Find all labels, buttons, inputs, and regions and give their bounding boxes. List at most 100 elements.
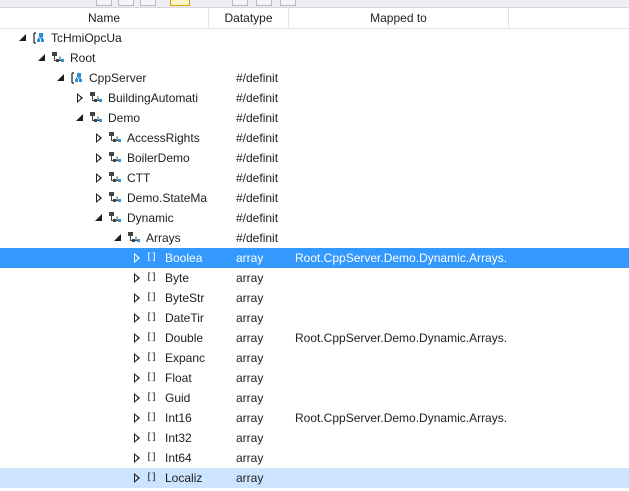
expand-arrow-icon[interactable] (132, 328, 142, 348)
tree-item-name: Demo.StateMa (127, 191, 208, 205)
array-icon: [] (146, 252, 157, 263)
tree-row[interactable]: [] Double array Root.CppServer.Demo.Dynamic… (0, 328, 629, 348)
tree-item-datatype: array (236, 451, 264, 465)
tree-row[interactable]: [] DateTir array (0, 308, 629, 328)
array-icon: [] (146, 332, 157, 343)
toolbar-button[interactable] (140, 0, 156, 6)
node-folder-icon (51, 51, 65, 65)
node-folder-icon (89, 91, 103, 105)
tree-row[interactable]: [] Boolea array Root.CppServer.Demo.Dynamic… (0, 248, 629, 268)
tree-item-name: Byte (165, 271, 190, 285)
tree-item-datatype: #/definit (236, 91, 279, 105)
tree-item-name: Boolea (165, 251, 203, 265)
toolbar-button-active[interactable] (170, 0, 190, 6)
tree-row[interactable]: Dynamic #/definit (0, 208, 629, 228)
tree-item-name: Float (165, 371, 192, 385)
tree-item-datatype: #/definit (236, 111, 279, 125)
collapse-arrow-icon[interactable] (75, 108, 85, 128)
column-header-name[interactable]: Name (0, 8, 209, 28)
tree-row[interactable]: Root (0, 48, 629, 68)
tree-row[interactable]: Arrays #/definit (0, 228, 629, 248)
node-folder-icon (108, 191, 122, 205)
array-icon: [] (146, 432, 157, 443)
expand-arrow-icon[interactable] (132, 348, 142, 368)
tree-item-datatype: array (236, 391, 264, 405)
tree-row[interactable]: Demo.StateMa #/definit (0, 188, 629, 208)
node-folder-icon (108, 211, 122, 225)
tree-item-datatype: array (236, 331, 264, 345)
expand-arrow-icon[interactable] (132, 468, 142, 488)
toolbar-button[interactable] (232, 0, 248, 6)
array-icon: [] (146, 292, 157, 303)
tree-item-datatype: #/definit (236, 211, 279, 225)
tree-item-datatype: array (236, 311, 264, 325)
tree-item-name: Root (70, 51, 96, 65)
expand-arrow-icon[interactable] (94, 148, 104, 168)
column-header-mapped-to[interactable]: Mapped to (289, 8, 509, 28)
expand-arrow-icon[interactable] (75, 88, 85, 108)
tree-item-name: Localiz (165, 471, 203, 485)
expand-arrow-icon[interactable] (94, 168, 104, 188)
tree-item-name: Arrays (146, 231, 181, 245)
expand-arrow-icon[interactable] (132, 408, 142, 428)
toolbar-button[interactable] (96, 0, 112, 6)
array-icon: [] (146, 412, 157, 423)
expand-arrow-icon[interactable] (132, 448, 142, 468)
toolbar-button[interactable] (118, 0, 134, 6)
vertical-scrollbar[interactable] (619, 28, 629, 491)
collapse-arrow-icon[interactable] (37, 48, 47, 68)
tree-row[interactable]: [] ByteStr array (0, 288, 629, 308)
tree-row[interactable]: BuildingAutomati #/definit (0, 88, 629, 108)
expand-arrow-icon[interactable] (132, 428, 142, 448)
collapse-arrow-icon[interactable] (18, 28, 28, 48)
column-header-datatype[interactable]: Datatype (209, 8, 289, 28)
tree-item-name: ByteStr (165, 291, 205, 305)
tree-row[interactable]: CppServer #/definit (0, 68, 629, 88)
tree-row[interactable]: [] Int16 array Root.CppServer.Demo.Dynamic.… (0, 408, 629, 428)
array-icon: [] (146, 312, 157, 323)
tree-item-mapped-to: Root.CppServer.Demo.Dynamic.Arrays.I (295, 251, 507, 265)
tree-row[interactable]: TcHmiOpcUa (0, 28, 629, 48)
toolbar-button[interactable] (256, 0, 272, 6)
tree-item-name: Int32 (165, 431, 192, 445)
tree-item-datatype: #/definit (236, 231, 279, 245)
array-icon: [] (146, 372, 157, 383)
tree-row[interactable]: Demo #/definit (0, 108, 629, 128)
expand-arrow-icon[interactable] (132, 308, 142, 328)
tree-item-datatype: #/definit (236, 191, 279, 205)
tree-row[interactable]: [] Byte array (0, 268, 629, 288)
toolbar-button[interactable] (280, 0, 296, 6)
array-icon: [] (146, 472, 157, 483)
tree-row[interactable]: [] Float array (0, 368, 629, 388)
tree-row[interactable]: AccessRights #/definit (0, 128, 629, 148)
expand-arrow-icon[interactable] (94, 188, 104, 208)
tree-item-name: CTT (127, 171, 151, 185)
tree-row[interactable]: [] Expanc array (0, 348, 629, 368)
collapse-arrow-icon[interactable] (94, 208, 104, 228)
tree-row[interactable]: [] Guid array (0, 388, 629, 408)
tree-row[interactable]: CTT #/definit (0, 168, 629, 188)
array-icon: [] (146, 452, 157, 463)
node-folder-icon (108, 171, 122, 185)
array-icon: [] (146, 392, 157, 403)
tree-item-name: Guid (165, 391, 191, 405)
tree-row[interactable]: [] Localiz array (0, 468, 629, 488)
expand-arrow-icon[interactable] (132, 388, 142, 408)
expand-arrow-icon[interactable] (94, 128, 104, 148)
tree-item-mapped-to: Root.CppServer.Demo.Dynamic.Arrays.I (295, 411, 507, 425)
collapse-arrow-icon[interactable] (113, 228, 123, 248)
collapse-arrow-icon[interactable] (56, 68, 66, 88)
tree-row[interactable]: [] Int64 array (0, 448, 629, 468)
expand-arrow-icon[interactable] (132, 248, 142, 268)
expand-arrow-icon[interactable] (132, 368, 142, 388)
column-header: Name Datatype Mapped to (0, 8, 629, 29)
expand-arrow-icon[interactable] (132, 268, 142, 288)
node-folder-icon (108, 131, 122, 145)
tree-row[interactable]: BoilerDemo #/definit (0, 148, 629, 168)
tree-item-datatype: array (236, 471, 264, 485)
node-folder-icon (108, 151, 122, 165)
tree-item-name: Int64 (165, 451, 192, 465)
tree-item-datatype: array (236, 351, 264, 365)
expand-arrow-icon[interactable] (132, 288, 142, 308)
tree-row[interactable]: [] Int32 array (0, 428, 629, 448)
